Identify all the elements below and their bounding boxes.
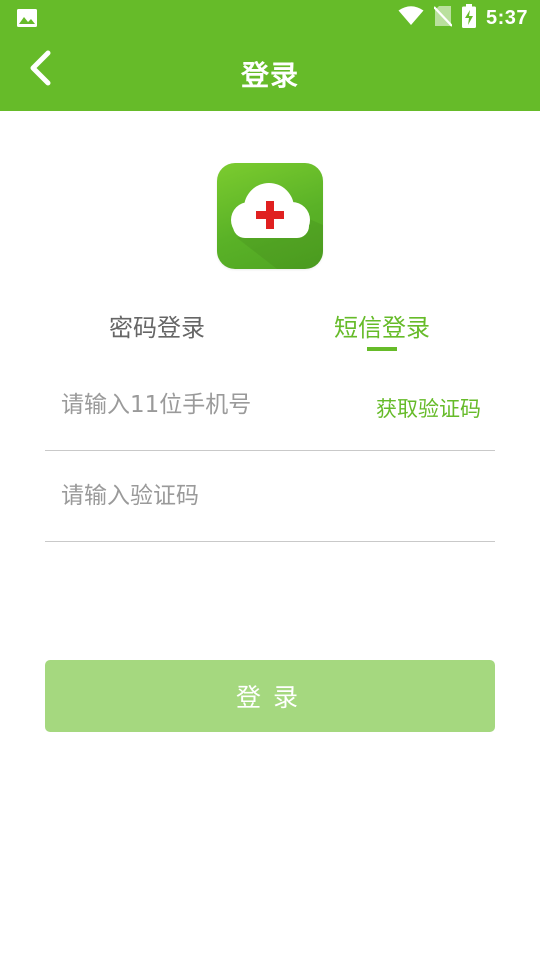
no-sim-icon: [433, 5, 453, 31]
phone-input[interactable]: [61, 360, 361, 450]
status-icons: 5:37: [398, 4, 528, 32]
tab-sms-login[interactable]: 短信登录: [334, 308, 430, 343]
login-button[interactable]: 登录: [45, 660, 495, 732]
header: 5:37 登录: [0, 0, 540, 111]
image-icon: [16, 8, 38, 28]
cloud-medical-cross-logo: [231, 183, 323, 269]
page-title: 登录: [240, 59, 299, 92]
tab-password-login[interactable]: 密码登录: [109, 308, 205, 343]
code-field-row: [45, 451, 495, 542]
get-code-button[interactable]: 获取验证码: [376, 393, 481, 423]
phone-field-row: 获取验证码: [45, 360, 495, 451]
battery-charging-icon: [461, 4, 476, 32]
verification-code-input[interactable]: [61, 451, 481, 541]
login-tabs: 密码登录 短信登录: [0, 300, 540, 360]
wifi-icon: [398, 6, 424, 30]
status-time: 5:37: [485, 6, 528, 29]
app-bar: 登录: [0, 36, 540, 111]
active-tab-indicator: [367, 347, 397, 351]
app-logo: [217, 163, 323, 269]
status-bar: 5:37: [0, 0, 540, 36]
login-screen: 5:37 登录 密码登录 短信登录 请输入11位手机号 获取验证码 请输入验证码…: [0, 0, 540, 960]
